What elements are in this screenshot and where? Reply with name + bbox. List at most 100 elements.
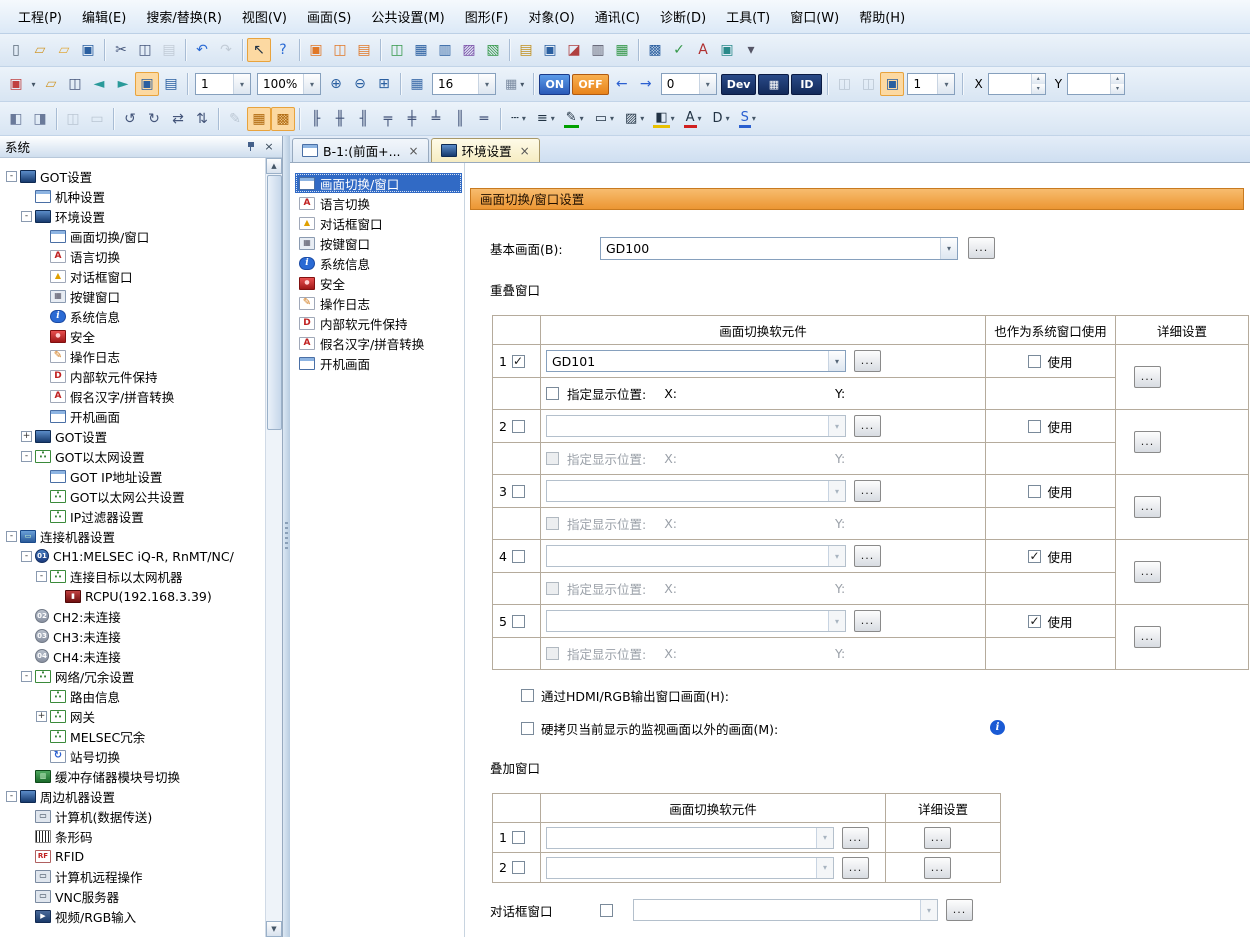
tab-close-icon[interactable]: × [409, 144, 419, 158]
screen-copy-icon[interactable]: ◫ [385, 38, 409, 62]
screen-utilize-icon[interactable]: ▦ [409, 38, 433, 62]
device-browse-button[interactable]: ... [842, 827, 869, 849]
ungroup-icon[interactable]: ▭ [85, 107, 109, 131]
panel-splitter[interactable] [283, 136, 290, 937]
screen-device-select[interactable]: ▾ [546, 857, 834, 879]
position-checkbox[interactable] [546, 387, 559, 400]
script-list-icon[interactable]: ▥ [586, 38, 610, 62]
settings-item-system-information[interactable]: i系统信息 [295, 253, 462, 273]
expand-icon[interactable]: + [21, 431, 32, 442]
system-window-checkbox[interactable] [1028, 420, 1041, 433]
detail-settings-button[interactable]: ... [1134, 366, 1161, 388]
dialog-browse-button[interactable]: ... [946, 899, 973, 921]
align-center-icon[interactable]: ╫ [328, 107, 352, 131]
detail-settings-button[interactable]: ... [1134, 431, 1161, 453]
tree-item-rfid[interactable]: RFRFID [0, 846, 265, 866]
spinner-buttons[interactable]: ▴▾ [1031, 74, 1045, 94]
rotate-left-icon[interactable]: ↺ [118, 107, 142, 131]
zoom-fit-icon[interactable]: ⊞ [372, 72, 396, 96]
position-checkbox[interactable] [546, 517, 559, 530]
cut-icon[interactable]: ✂ [109, 38, 133, 62]
collapse-icon[interactable]: - [6, 791, 17, 802]
stack-front-icon[interactable]: ◧ [4, 107, 28, 131]
device-comment-icon[interactable]: ▦ [610, 38, 634, 62]
dropdown-arrow-icon[interactable]: ▾ [303, 74, 320, 94]
screen-device-select[interactable]: ▾ [546, 415, 846, 437]
comment-list-icon[interactable]: ▤ [514, 38, 538, 62]
y-coordinate-input[interactable]: ▴▾ [1067, 73, 1125, 95]
tree-item-barcode[interactable]: 条形码 [0, 826, 265, 846]
zoom-select[interactable]: 100%▾ [257, 73, 321, 95]
dropdown-arrow-icon[interactable]: ▾ [816, 828, 833, 848]
collapse-icon[interactable]: - [21, 211, 32, 222]
detail-settings-button[interactable]: ... [924, 827, 951, 849]
window-tile-icon[interactable]: ◫ [856, 72, 880, 96]
menu-communication[interactable]: 通讯(C) [585, 2, 650, 31]
tree-item-dialog-window[interactable]: ▲对话框窗口 [0, 266, 265, 286]
tree-item-rcpu[interactable]: ▮RCPU(192.168.3.39) [0, 586, 265, 606]
dropdown-arrow-icon[interactable]: ▾ [828, 481, 845, 501]
window-enable-checkbox[interactable] [512, 831, 525, 844]
screen-prev-icon[interactable]: ◄ [87, 72, 111, 96]
tree-item-startup-screen[interactable]: 开机画面 [0, 406, 265, 426]
screen-device-select[interactable]: ▾ [546, 827, 834, 849]
tree-item-got-settings[interactable]: -GOT设置 [0, 166, 265, 186]
new-screen-button[interactable]: ▣▾ [4, 72, 39, 96]
info-icon[interactable]: i [990, 720, 1005, 735]
dropdown-arrow-icon[interactable]: ▾ [940, 238, 957, 259]
line-width-dropdown[interactable]: ≡▾ [532, 107, 559, 131]
redo-icon[interactable]: ↷ [214, 38, 238, 62]
dropdown-arrow-icon[interactable]: ▾ [233, 74, 250, 94]
base-screen-select[interactable]: GD100 ▾ [600, 237, 958, 260]
dropdown-arrow-icon[interactable]: ▾ [828, 546, 845, 566]
screen-device-select[interactable]: ▾ [546, 480, 846, 502]
zoom-out-icon[interactable]: ⊖ [348, 72, 372, 96]
dropdown-arrow-icon[interactable]: ▾ [828, 611, 845, 631]
open-project-icon[interactable]: ▱ [28, 38, 52, 62]
align-top-icon[interactable]: ╤ [376, 107, 400, 131]
position-checkbox[interactable] [546, 582, 559, 595]
text-underline-dropdown[interactable]: S▾ [736, 107, 760, 131]
dropdown-arrow-icon[interactable]: ▾ [920, 900, 937, 920]
window-enable-checkbox[interactable] [512, 861, 525, 874]
flip-vertical-icon[interactable]: ⇅ [190, 107, 214, 131]
menu-window[interactable]: 窗口(W) [780, 2, 849, 31]
dialog-window-select[interactable]: ▾ [633, 899, 938, 921]
window-enable-checkbox[interactable] [512, 420, 525, 433]
screen-device-select[interactable]: ▾ [546, 545, 846, 567]
tree-item-buffer-memory-unit[interactable]: ▥缓冲存储器模块号切换 [0, 766, 265, 786]
close-screen-icon[interactable]: ◫ [63, 72, 87, 96]
new-base-screen-icon[interactable]: ▣ [304, 38, 328, 62]
flip-horizontal-icon[interactable]: ⇄ [166, 107, 190, 131]
x-coordinate-input[interactable]: ▴▾ [988, 73, 1046, 95]
device-browse-button[interactable]: ... [854, 545, 881, 567]
stack-back-icon[interactable]: ◨ [28, 107, 52, 131]
tree-item-device-retain[interactable]: D内部软元件保持 [0, 366, 265, 386]
device-off-button[interactable]: OFF [572, 74, 608, 95]
tab-environment-settings[interactable]: 环境设置× [431, 138, 540, 162]
screen-image-list-icon[interactable]: ▨ [457, 38, 481, 62]
dropdown-arrow-icon[interactable]: ▾ [828, 416, 845, 436]
align-right-icon[interactable]: ╢ [352, 107, 376, 131]
collapse-icon[interactable]: - [36, 571, 47, 582]
tree-item-pc-data-transfer[interactable]: ▭计算机(数据传送) [0, 806, 265, 826]
edit-vertex-icon[interactable]: ✎ [223, 107, 247, 131]
tree-item-routing-information[interactable]: ∴路由信息 [0, 686, 265, 706]
tree-item-ethernet-common[interactable]: ∴GOT以太网公共设置 [0, 486, 265, 506]
close-icon[interactable]: × [261, 139, 277, 155]
object-snap-icon[interactable]: ▦ [247, 107, 271, 131]
tree-item-vnc-server[interactable]: ▭VNC服务器 [0, 886, 265, 906]
new-icon[interactable]: ▯ [4, 38, 28, 62]
screen-number-select[interactable]: 1▾ [195, 73, 251, 95]
fill-color-dropdown[interactable]: ◧▾ [650, 107, 678, 131]
tree-item-screen-switching[interactable]: 画面切换/窗口 [0, 226, 265, 246]
window-cascade-icon[interactable]: ◫ [832, 72, 856, 96]
detail-settings-button[interactable]: ... [1134, 561, 1161, 583]
tab-close-icon[interactable]: × [520, 144, 530, 158]
device-browse-button[interactable]: ... [854, 610, 881, 632]
menu-project[interactable]: 工程(P) [8, 2, 72, 31]
dropdown-arrow-icon[interactable]: ▾ [937, 74, 954, 94]
dropdown-arrow-icon[interactable]: ▾ [28, 72, 39, 96]
distribute-horizontal-icon[interactable]: ║ [448, 107, 472, 131]
option-icon[interactable]: ▾ [739, 38, 763, 62]
